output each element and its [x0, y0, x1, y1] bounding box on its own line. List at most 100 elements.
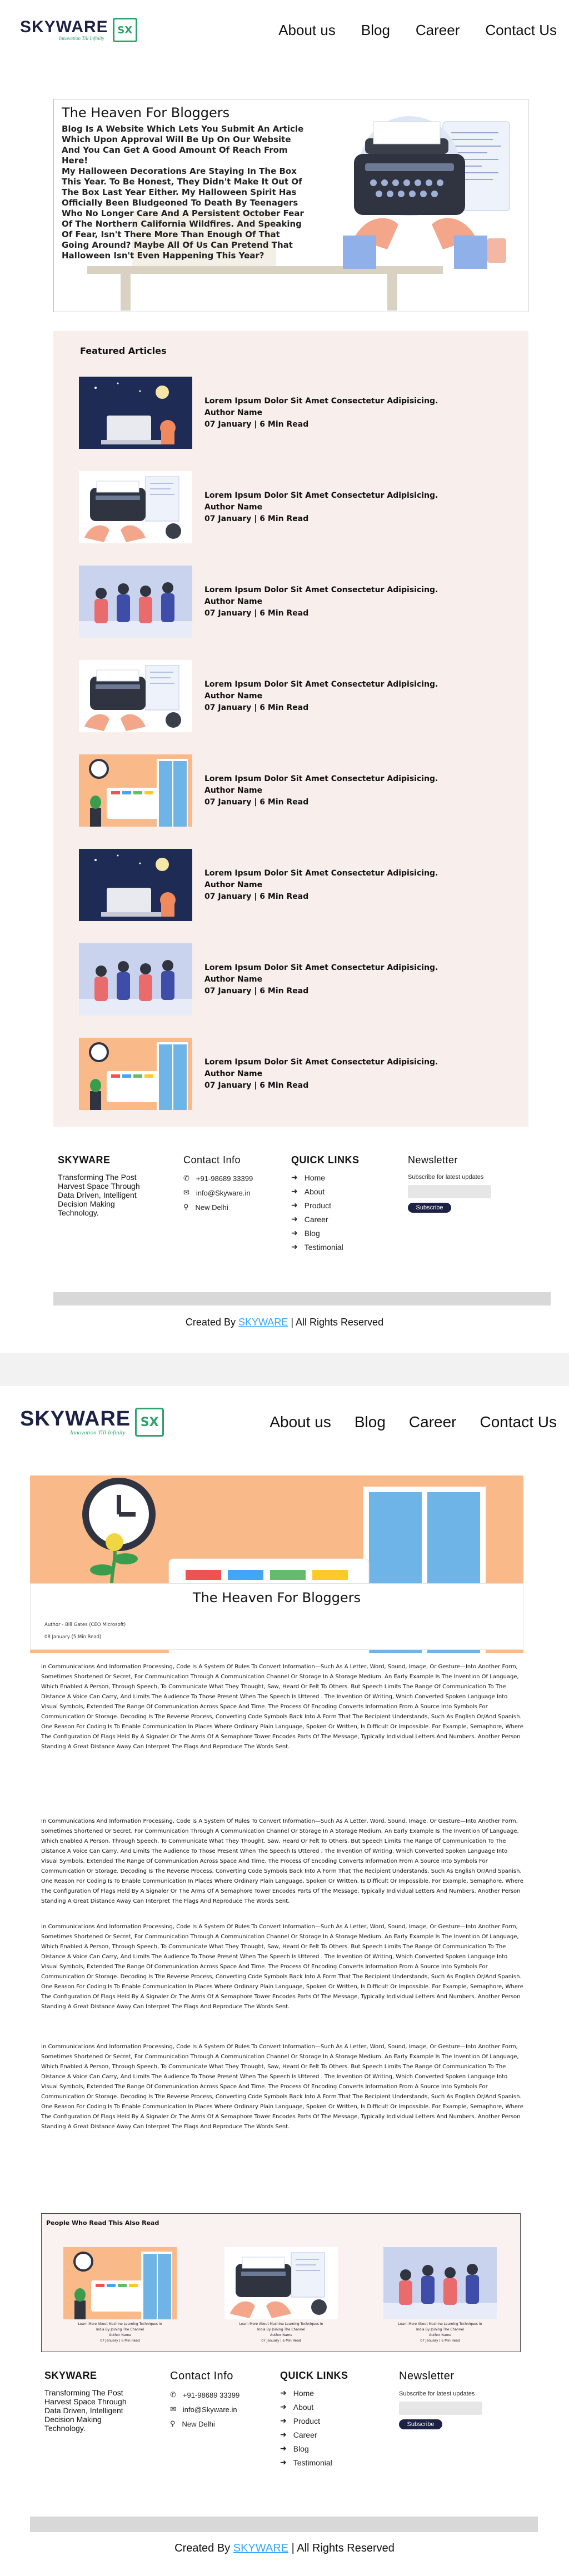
footer-link-label: Testimonial	[293, 2458, 332, 2467]
nav-career[interactable]: Career	[416, 22, 460, 39]
article-thumbnail[interactable]	[79, 566, 192, 638]
footer-link-product[interactable]: ➜ Product	[280, 2416, 363, 2425]
article-card[interactable]: Lorem Ipsum Dolor Sit Amet Consectetur A…	[79, 471, 479, 546]
related-thumbnail[interactable]	[62, 2247, 178, 2319]
article-card[interactable]: Lorem Ipsum Dolor Sit Amet Consectetur A…	[79, 943, 479, 1018]
footer-link-blog[interactable]: ➜ Blog	[280, 2444, 363, 2453]
nav-about-2[interactable]: About us	[269, 1413, 331, 1431]
main-nav: About us Blog Career Contact Us	[278, 22, 557, 39]
footer-link-about[interactable]: ➜ About	[280, 2402, 363, 2412]
workspace-illustration	[63, 2247, 177, 2319]
typewriter-illustration	[79, 471, 192, 543]
footer-link-home[interactable]: ➜ Home	[280, 2388, 363, 2398]
hero-intro: Blog Is A Website Which Lets You Submit …	[62, 124, 304, 166]
subscribe-button[interactable]: Subscribe	[408, 1203, 451, 1213]
footer-link-testimonial[interactable]: ➜ Testimonial	[280, 2458, 363, 2467]
nav-about[interactable]: About us	[278, 22, 336, 39]
article-card[interactable]: Lorem Ipsum Dolor Sit Amet Consectetur A…	[79, 660, 479, 734]
footer-link-testimonial[interactable]: ➜ Testimonial	[291, 1242, 375, 1252]
article-card[interactable]: Lorem Ipsum Dolor Sit Amet Consectetur A…	[79, 754, 479, 829]
article-thumbnail[interactable]	[79, 660, 192, 732]
nav-blog-2[interactable]: Blog	[355, 1413, 386, 1431]
related-articles-section: People Who Read This Also Read Learn Mor…	[41, 2213, 521, 2352]
footer2-location-text: New Delhi	[182, 2419, 215, 2428]
article-card[interactable]: Lorem Ipsum Dolor Sit Amet Consectetur A…	[79, 566, 479, 640]
footer-phone[interactable]: ✆ +91-98689 33399	[183, 1174, 283, 1183]
newsletter2-email-input[interactable]	[399, 2402, 482, 2415]
footer-brand-line: Technology.	[58, 1208, 99, 1217]
article-headline[interactable]: Lorem Ipsum Dolor Sit Amet Consectetur A…	[204, 962, 438, 974]
footer-brand-title: SKYWARE	[58, 1154, 111, 1166]
footer-brand-line: Harvest Space Through	[58, 1182, 140, 1191]
hero-title: The Heaven For Bloggers	[62, 105, 230, 121]
featured-articles-section: Featured Articles Lorem Ipsum Dolor Sit …	[53, 331, 528, 1127]
nav-contact[interactable]: Contact Us	[485, 22, 557, 39]
footer2-location: ⚲ New Delhi	[170, 2419, 270, 2428]
article-headline[interactable]: Lorem Ipsum Dolor Sit Amet Consectetur A…	[204, 773, 438, 785]
article-headline[interactable]: Lorem Ipsum Dolor Sit Amet Consectetur A…	[204, 490, 438, 502]
article-headline[interactable]: Lorem Ipsum Dolor Sit Amet Consectetur A…	[204, 679, 438, 691]
related-line1: Learn More About Machine Learning Techni…	[398, 2322, 482, 2326]
related-text: Learn More About Machine Learning Techni…	[62, 2322, 178, 2344]
footer2-phone[interactable]: ✆ +91-98689 33399	[170, 2390, 270, 2399]
footer-brand-line: Harvest Space Through	[44, 2397, 127, 2406]
article-meta: 07 January | 6 Min Read	[204, 514, 309, 523]
logo-wordmark-2: SKYWARE	[20, 1407, 131, 1430]
logo-wordmark: SKYWARE	[20, 18, 108, 36]
footer-link-label: Career	[293, 2430, 317, 2439]
site-logo[interactable]: SKYWARE Innovation Till Infinity SX	[20, 18, 137, 42]
page: SKYWARE Innovation Till Infinity SX Abou…	[0, 0, 569, 2576]
article-meta: Lorem Ipsum Dolor Sit Amet Consectetur A…	[204, 584, 438, 619]
footer-link-about[interactable]: ➜ About	[291, 1187, 375, 1196]
newsletter-email-input[interactable]	[408, 1185, 491, 1198]
footer-phone-text: +91-98689 33399	[196, 1174, 253, 1183]
article-thumbnail[interactable]	[79, 849, 192, 921]
article-thumbnail[interactable]	[79, 754, 192, 827]
footer-link-label: About	[293, 2402, 314, 2412]
related-thumbnail[interactable]	[223, 2247, 340, 2319]
article-card[interactable]: Lorem Ipsum Dolor Sit Amet Consectetur A…	[79, 377, 479, 451]
footer-link-career[interactable]: ➜ Career	[291, 1214, 375, 1224]
article-meta: Lorem Ipsum Dolor Sit Amet Consectetur A…	[204, 490, 438, 525]
nav-blog[interactable]: Blog	[361, 22, 390, 39]
footer-email[interactable]: ✉ info@Skyware.in	[183, 1188, 283, 1197]
footer-link-label: About	[304, 1187, 325, 1196]
article-thumbnail[interactable]	[79, 471, 192, 543]
article-card[interactable]: Lorem Ipsum Dolor Sit Amet Consectetur A…	[79, 849, 479, 923]
article-author: Author Name	[204, 975, 263, 984]
related-card[interactable]: Learn More About Machine Learning Techni…	[223, 2247, 340, 2347]
footer-link-product[interactable]: ➜ Product	[291, 1201, 375, 1210]
related-thumbnail[interactable]	[382, 2247, 498, 2319]
footer2-email[interactable]: ✉ info@Skyware.in	[170, 2405, 270, 2414]
credit2-brand-link[interactable]: SKYWARE	[233, 2542, 288, 2554]
post-paragraph-3: In Communications And Information Proces…	[41, 1924, 523, 2010]
arrow-right-icon: ➜	[291, 1242, 298, 1251]
nav-contact-2[interactable]: Contact Us	[480, 1413, 557, 1431]
workspace-illustration	[79, 1038, 192, 1110]
article-headline[interactable]: Lorem Ipsum Dolor Sit Amet Consectetur A…	[204, 868, 438, 879]
related-card[interactable]: Learn More About Machine Learning Techni…	[382, 2247, 498, 2347]
footer-link-career[interactable]: ➜ Career	[280, 2430, 363, 2439]
credit-brand-link[interactable]: SKYWARE	[238, 1317, 288, 1328]
footer-link-blog[interactable]: ➜ Blog	[291, 1228, 375, 1238]
article-headline[interactable]: Lorem Ipsum Dolor Sit Amet Consectetur A…	[204, 584, 438, 596]
footer-link-home[interactable]: ➜ Home	[291, 1173, 375, 1182]
related-card[interactable]: Learn More About Machine Learning Techni…	[62, 2247, 178, 2347]
article-thumbnail[interactable]	[79, 377, 192, 449]
article-thumbnail[interactable]	[79, 943, 192, 1016]
footer2-links-title: QUICK LINKS	[280, 2370, 348, 2381]
site-logo-2[interactable]: SKYWARE Innovation Till Infinity SX	[20, 1408, 164, 1437]
footer2-newsletter-note: Subscribe for latest updates	[399, 2390, 475, 2397]
article-headline[interactable]: Lorem Ipsum Dolor Sit Amet Consectetur A…	[204, 396, 438, 407]
article-author: Author Name	[204, 692, 263, 701]
footer-brand-line: Technology.	[44, 2424, 86, 2433]
subscribe2-button[interactable]: Subscribe	[399, 2419, 442, 2429]
footer-link-label: Home	[293, 2388, 315, 2398]
footer2-newsletter-title: Newsletter	[399, 2370, 455, 2382]
article-thumbnail[interactable]	[79, 1038, 192, 1110]
footer2-phone-text: +91-98689 33399	[182, 2390, 240, 2399]
article-meta: Lorem Ipsum Dolor Sit Amet Consectetur A…	[204, 679, 438, 714]
article-headline[interactable]: Lorem Ipsum Dolor Sit Amet Consectetur A…	[204, 1057, 438, 1068]
nav-career-2[interactable]: Career	[409, 1413, 457, 1431]
article-card[interactable]: Lorem Ipsum Dolor Sit Amet Consectetur A…	[79, 1038, 479, 1112]
